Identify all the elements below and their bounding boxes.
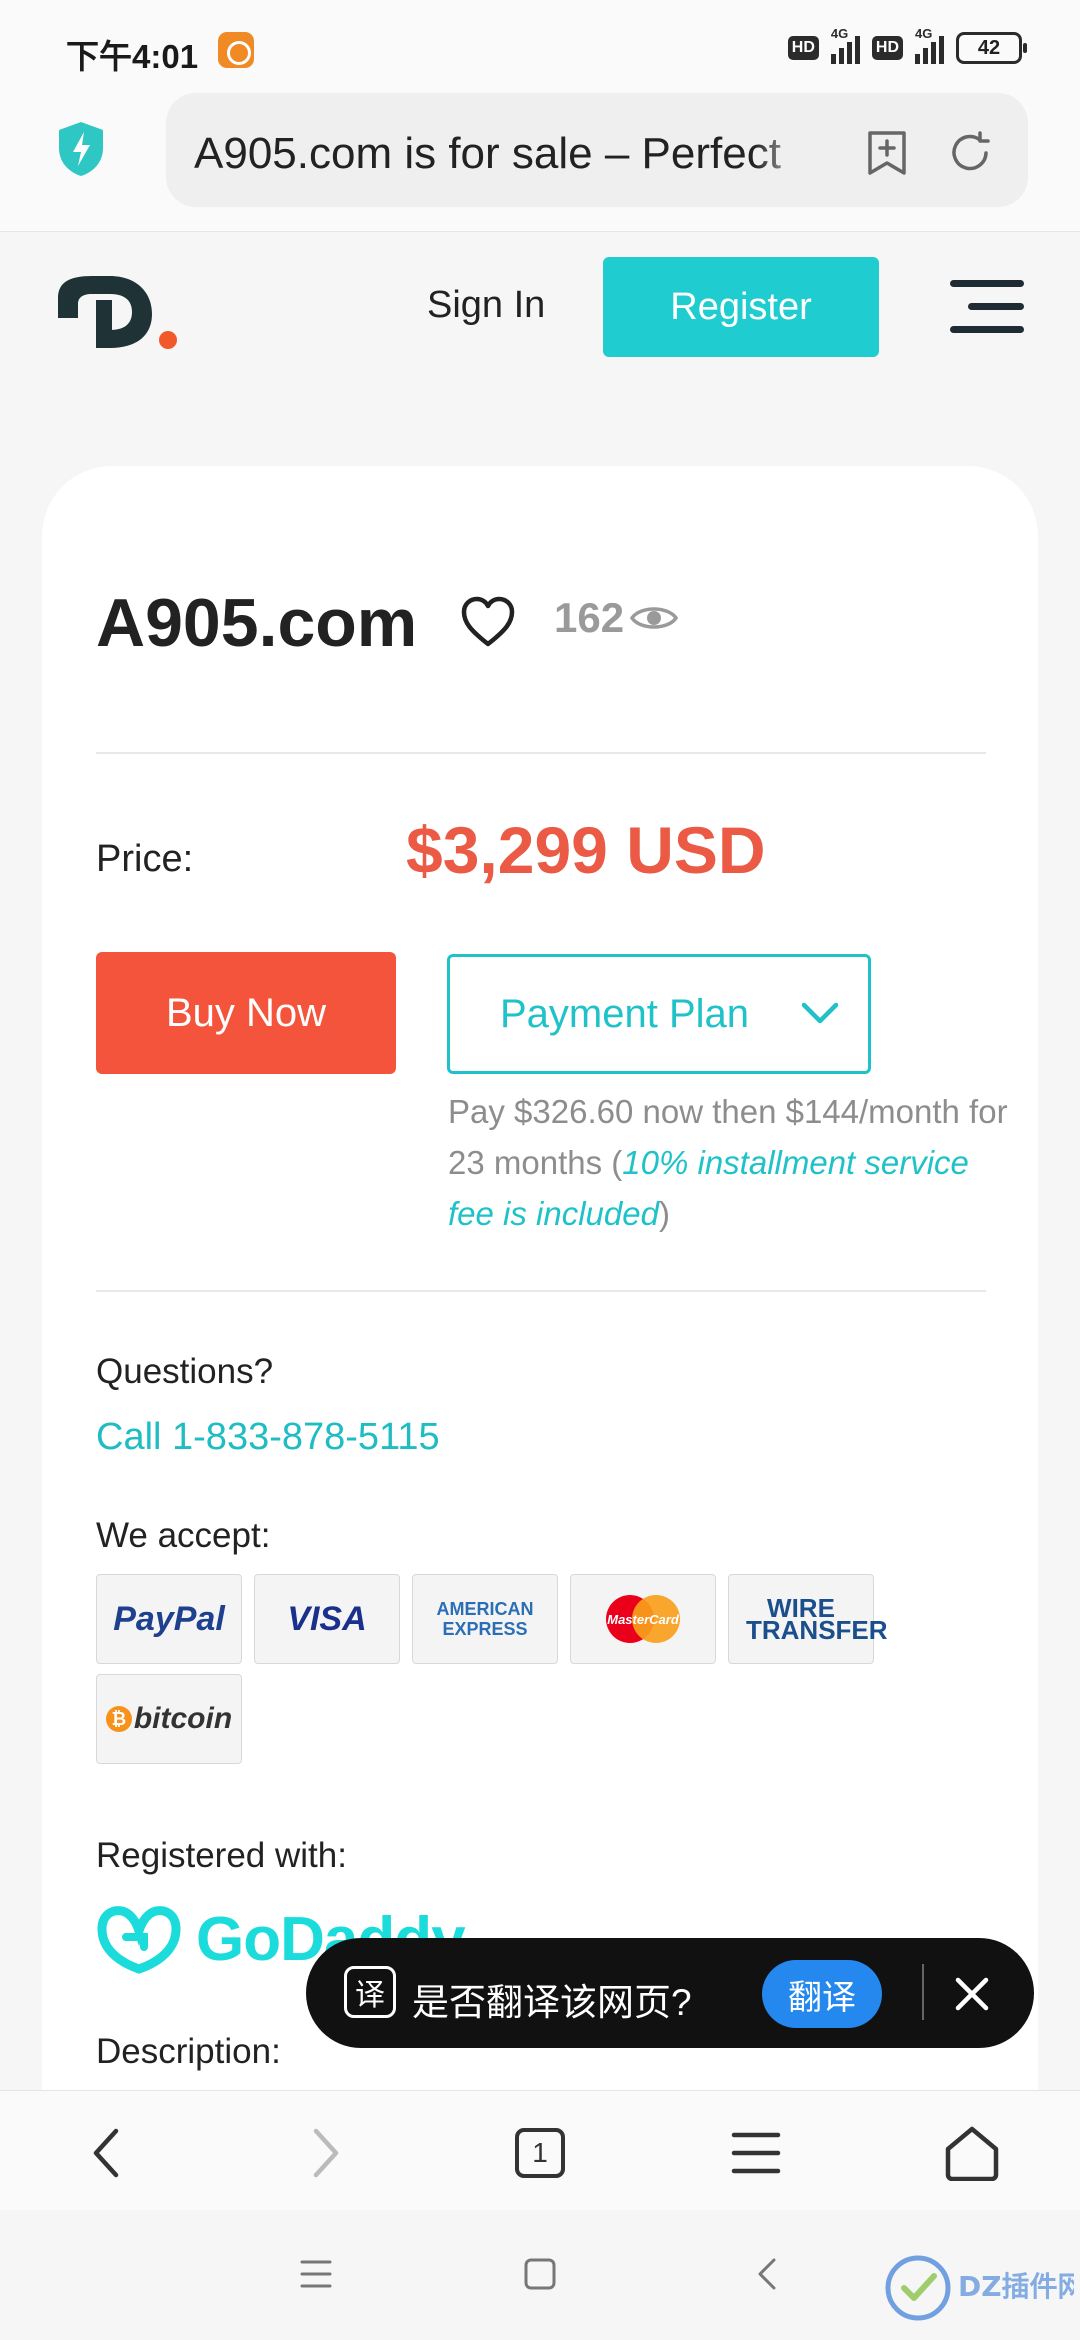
domain-listing-card: A905.com 162 Price: $3,299 USD Buy Now P… — [42, 466, 1038, 2166]
godaddy-icon — [97, 1906, 181, 1974]
battery-icon: 42 — [956, 32, 1027, 64]
shield-icon[interactable] — [55, 120, 107, 178]
we-accept-label: We accept: — [96, 1516, 271, 1555]
close-icon[interactable] — [952, 1974, 992, 2014]
bookmark-add-icon[interactable] — [866, 129, 908, 177]
payment-plan-dropdown[interactable]: Payment Plan — [447, 954, 871, 1074]
wire-transfer-logo: WIRE TRANSFER — [728, 1574, 888, 1664]
questions-label: Questions? — [96, 1352, 274, 1391]
translate-button[interactable]: 翻译 — [762, 1960, 882, 2028]
translate-icon: 译 — [344, 1966, 396, 2018]
bitcoin-text: bitcoin — [133, 1702, 233, 1735]
bitcoin-mark: ₿ bitcoin — [105, 1702, 233, 1736]
menu-icon — [731, 2132, 781, 2174]
back-nav-icon[interactable] — [748, 2254, 788, 2294]
wire-transfer-text: WIRE TRANSFER — [746, 1593, 888, 1645]
bitcoin-icon: ₿ — [105, 1706, 132, 1732]
status-bar: 下午4:01 HD 4G HD 4G 42 — [0, 0, 1080, 90]
url-text[interactable]: A905.com is for sale – Perfect — [194, 129, 814, 179]
domain-name: A905.com — [96, 585, 418, 661]
visa-text: VISA — [287, 1599, 367, 1638]
chevron-left-icon — [93, 2128, 119, 2178]
browser-toolbar: 1 — [0, 2090, 1080, 2210]
translate-prompt-popup: 译 是否翻译该网页? 翻译 — [306, 1938, 1034, 2048]
network-type: 4G — [915, 26, 933, 41]
menu-line — [968, 303, 1024, 310]
price-value: $3,299 USD — [406, 813, 766, 887]
app-notification-icon — [218, 32, 254, 68]
tab-count: 1 — [515, 2128, 565, 2178]
home-icon — [945, 2126, 999, 2181]
divider — [96, 752, 986, 754]
payment-plan-label: Payment Plan — [500, 991, 750, 1036]
network-type: 4G — [830, 26, 849, 41]
refresh-icon[interactable] — [946, 129, 994, 177]
signal-icon: 4G — [830, 26, 860, 64]
visa-logo: VISA — [254, 1574, 400, 1664]
home-button[interactable] — [940, 2121, 1004, 2185]
menu-line — [950, 280, 1024, 287]
heart-icon[interactable] — [460, 596, 516, 648]
registered-with-label: Registered with: — [96, 1836, 347, 1875]
divider — [96, 1290, 986, 1292]
recent-apps-icon[interactable] — [296, 2254, 336, 2294]
site-watermark-logo: DZ插件网 — [885, 2255, 1074, 2321]
menu-button[interactable] — [724, 2121, 788, 2185]
description-label: Description: — [96, 2032, 281, 2071]
amex-logo: AMERICAN EXPRESS — [412, 1574, 558, 1664]
payment-plan-note: Pay $326.60 now then $144/month for 23 m… — [448, 1093, 1008, 1232]
bitcoin-logo: ₿ bitcoin — [96, 1674, 242, 1764]
signal-icon: 4G — [915, 26, 944, 64]
hamburger-menu-icon[interactable] — [950, 278, 1024, 336]
translate-prompt-text: 是否翻译该网页? — [412, 1982, 692, 2023]
svg-text:DZ插件网: DZ插件网 — [958, 2270, 1074, 2303]
browser-address-area: A905.com is for sale – Perfect — [0, 90, 1080, 232]
view-count-value: 162 — [554, 594, 625, 641]
hd-badge: HD — [787, 36, 819, 60]
divider — [922, 1964, 924, 2020]
status-indicators: HD 4G HD 4G 42 — [787, 26, 1027, 68]
register-button[interactable]: Register — [603, 257, 879, 357]
paypal-logo: PayPal — [96, 1574, 242, 1664]
site-header: Sign In Register — [0, 232, 1080, 382]
site-logo[interactable] — [52, 272, 182, 352]
amex-text: AMERICAN EXPRESS — [436, 1599, 534, 1639]
eye-icon — [630, 607, 679, 629]
buy-now-button[interactable]: Buy Now — [96, 952, 396, 1074]
mastercard-icon: MasterCard — [606, 1595, 680, 1643]
menu-line — [950, 326, 1024, 333]
mastercard-logo: MasterCard — [570, 1574, 716, 1664]
back-button[interactable] — [74, 2121, 138, 2185]
view-count: 162 — [554, 594, 679, 642]
tabs-button[interactable]: 1 — [508, 2121, 572, 2185]
chevron-down-icon — [801, 1002, 839, 1024]
chevron-right-icon — [313, 2128, 339, 2178]
url-bar[interactable]: A905.com is for sale – Perfect — [166, 93, 1028, 207]
status-time: 下午4:01 — [66, 38, 199, 75]
battery-level: 42 — [977, 36, 1001, 59]
home-nav-icon[interactable] — [520, 2254, 560, 2294]
paypal-text: PayPal — [113, 1599, 225, 1638]
price-label: Price: — [96, 838, 194, 880]
mastercard-text: MasterCard — [607, 1612, 680, 1627]
call-phone-link[interactable]: Call 1-833-878-5115 — [96, 1416, 440, 1459]
sign-in-link[interactable]: Sign In — [427, 284, 545, 327]
forward-button[interactable] — [294, 2121, 358, 2185]
hd-badge: HD — [871, 36, 903, 60]
